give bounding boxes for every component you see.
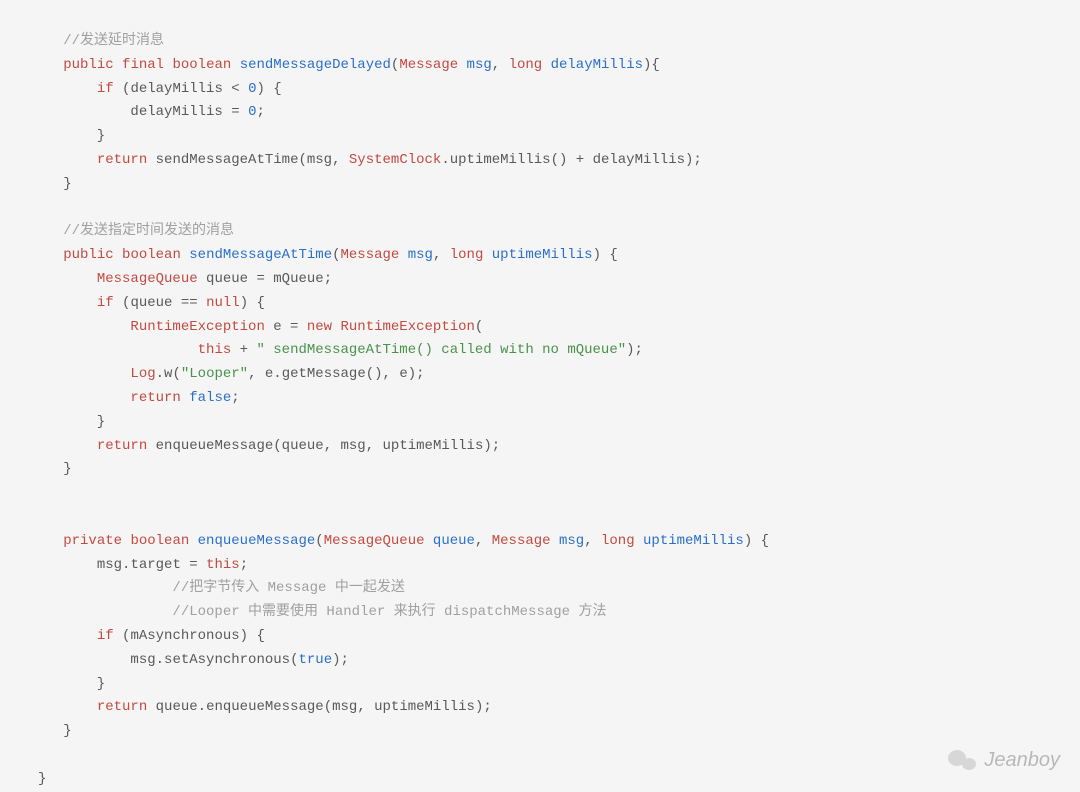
code-number: 0 <box>248 81 256 97</box>
code-string: " sendMessageAtTime() called with no mQu… <box>256 342 626 358</box>
code-comment: //发送延时消息 <box>63 33 164 49</box>
code-text: msg <box>332 699 357 715</box>
code-text: delayMillis <box>593 152 685 168</box>
kw-public: public <box>63 57 113 73</box>
kw-this: this <box>198 342 232 358</box>
code-string: "Looper" <box>181 366 248 382</box>
code-text: mQueue <box>273 271 323 287</box>
kw-long: long <box>509 57 543 73</box>
kw-type: Message <box>399 57 458 73</box>
param: msg <box>408 247 433 263</box>
code-text: uptimeMillis <box>450 152 551 168</box>
kw-boolean: boolean <box>122 247 181 263</box>
code-owner: SystemClock <box>349 152 441 168</box>
param: delayMillis <box>551 57 643 73</box>
kw-private: private <box>63 533 122 549</box>
kw-type: MessageQueue <box>97 271 198 287</box>
kw-false: false <box>189 390 231 406</box>
kw-boolean: boolean <box>130 533 189 549</box>
code-text: e <box>265 366 273 382</box>
kw-long: long <box>601 533 635 549</box>
code-text: e <box>399 366 407 382</box>
code-text: enqueueMessage <box>206 699 324 715</box>
kw-long: long <box>450 247 484 263</box>
fn-name: sendMessageAtTime <box>189 247 332 263</box>
code-text: mAsynchronous <box>130 628 239 644</box>
code-owner: Log <box>130 366 155 382</box>
param: msg <box>467 57 492 73</box>
kw-type: MessageQueue <box>324 533 425 549</box>
kw-if: if <box>97 295 114 311</box>
kw-return: return <box>97 152 147 168</box>
code-text: sendMessageAtTime <box>156 152 299 168</box>
kw-if: if <box>97 628 114 644</box>
code-text: queue <box>206 271 248 287</box>
fn-name: enqueueMessage <box>198 533 316 549</box>
kw-public: public <box>63 247 113 263</box>
code-text: msg <box>307 152 332 168</box>
code-text: getMessage <box>282 366 366 382</box>
code-text: == <box>181 295 198 311</box>
code-text: queue <box>156 699 198 715</box>
watermark-text: Jeanboy <box>984 743 1060 777</box>
param: uptimeMillis <box>492 247 593 263</box>
code-block: //发送延时消息 public final boolean sendMessag… <box>38 30 1042 792</box>
code-text: msg <box>341 438 366 454</box>
kw-return: return <box>130 390 180 406</box>
code-text: target <box>130 557 180 573</box>
code-comment: //发送指定时间发送的消息 <box>63 223 234 239</box>
kw-boolean: boolean <box>172 57 231 73</box>
code-text: delayMillis <box>130 81 222 97</box>
kw-type: RuntimeException <box>130 319 264 335</box>
code-text: msg <box>97 557 122 573</box>
kw-return: return <box>97 699 147 715</box>
kw-type: Message <box>492 533 551 549</box>
code-text: < <box>231 81 239 97</box>
kw-if: if <box>97 81 114 97</box>
code-text: queue <box>282 438 324 454</box>
code-text: uptimeMillis <box>374 699 475 715</box>
param: uptimeMillis <box>643 533 744 549</box>
code-text: enqueueMessage <box>156 438 274 454</box>
code-comment: //Looper 中需要使用 Handler 来执行 dispatchMessa… <box>172 604 606 620</box>
code-text: w <box>164 366 172 382</box>
wechat-icon <box>948 748 976 772</box>
param: queue <box>433 533 475 549</box>
watermark: Jeanboy <box>948 743 1060 777</box>
param: msg <box>559 533 584 549</box>
kw-type: Message <box>341 247 400 263</box>
code-text: e <box>273 319 281 335</box>
kw-this: this <box>206 557 240 573</box>
kw-final: final <box>122 57 164 73</box>
code-text: msg <box>130 652 155 668</box>
kw-type: RuntimeException <box>341 319 475 335</box>
code-text: setAsynchronous <box>164 652 290 668</box>
code-text: queue <box>130 295 172 311</box>
code-number: 0 <box>248 104 256 120</box>
kw-return: return <box>97 438 147 454</box>
fn-name: sendMessageDelayed <box>240 57 391 73</box>
code-text: delayMillis <box>130 104 222 120</box>
kw-null: null <box>206 295 240 311</box>
code-text: uptimeMillis <box>383 438 484 454</box>
kw-new: new <box>307 319 332 335</box>
kw-true: true <box>298 652 332 668</box>
code-comment: //把字节传入 Message 中一起发送 <box>172 580 404 596</box>
